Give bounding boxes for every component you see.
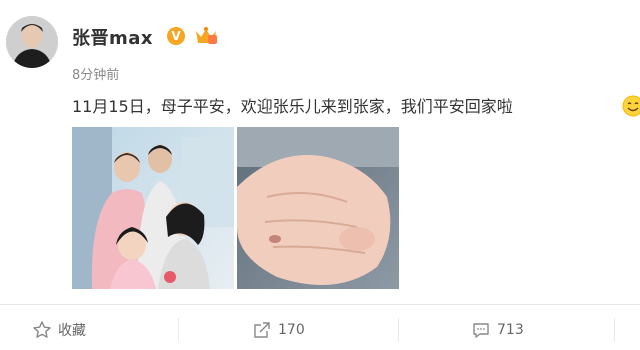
baby-hand-photo[interactable] [237,127,399,289]
comment-count: 713 [497,322,524,338]
favorite-button[interactable]: 收藏 [32,312,86,348]
family-photo[interactable] [72,127,234,289]
vip-member-icon[interactable] [193,25,219,47]
favorite-label: 收藏 [58,323,86,339]
smile-emoji-icon [622,95,640,117]
comment-icon [471,320,491,340]
share-button[interactable]: 170 [252,312,305,348]
actions-divider [0,304,640,305]
action-separator [614,318,615,342]
share-icon [252,320,272,340]
verified-v-icon: V [167,27,185,45]
username[interactable]: 张晋max [72,24,153,50]
star-icon [32,320,52,340]
post-text: 11月15日，母子平安，欢迎张乐儿来到张家，我们平安回家啦 [72,97,513,116]
share-count: 170 [278,322,305,338]
comment-button[interactable]: 713 [471,312,524,348]
post-timestamp[interactable]: 8分钟前 [72,64,119,83]
action-separator [178,318,179,342]
avatar[interactable] [6,16,58,68]
action-separator [398,318,399,342]
